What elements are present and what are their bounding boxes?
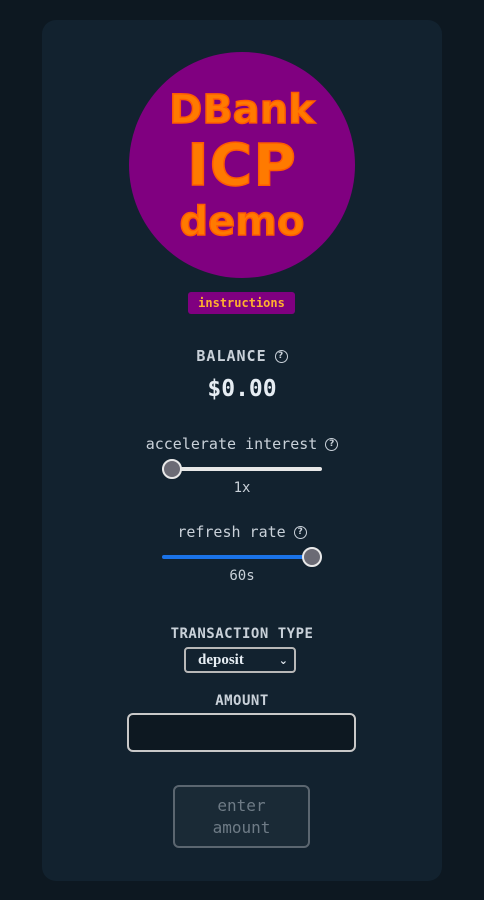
balance-value: $0.00 [207,376,277,402]
refresh-help-icon[interactable]: ? [293,525,307,539]
amount-title: AMOUNT [215,693,269,709]
refresh-value: 60s [229,568,255,584]
balance-help-icon[interactable]: ? [274,349,288,363]
transaction-type-value: deposit [198,651,244,668]
refresh-slider-track [162,555,322,559]
logo-line-2: ICP [186,131,297,199]
submit-button[interactable]: enter amount [173,785,310,848]
interest-slider[interactable] [162,459,322,479]
transaction-type-title: TRANSACTION TYPE [170,626,314,642]
balance-header: BALANCE ? [42,347,442,365]
interest-help-icon[interactable]: ? [325,437,339,451]
dbank-logo: DBank ICP demo [129,52,355,278]
interest-label: accelerate interest [145,435,318,453]
refresh-slider[interactable] [162,547,322,567]
logo-line-1: DBank [168,87,315,133]
instructions-button[interactable]: instructions [188,292,295,314]
interest-slider-thumb[interactable] [162,459,182,479]
interest-header: accelerate interest ? [42,435,442,453]
interest-value: 1x [233,480,251,496]
refresh-header: refresh rate ? [42,523,442,541]
main-card: DBank ICP demo instructions BALANCE ? $0… [42,20,442,881]
chevron-down-icon: ⌄ [278,653,288,667]
refresh-slider-thumb[interactable] [302,547,322,567]
refresh-label: refresh rate [177,523,286,541]
balance-title: BALANCE [196,347,267,365]
logo-line-3: demo [179,199,305,245]
transaction-type-select[interactable]: deposit ⌄ [184,647,296,673]
amount-input[interactable] [127,713,356,752]
interest-slider-track [162,467,322,471]
